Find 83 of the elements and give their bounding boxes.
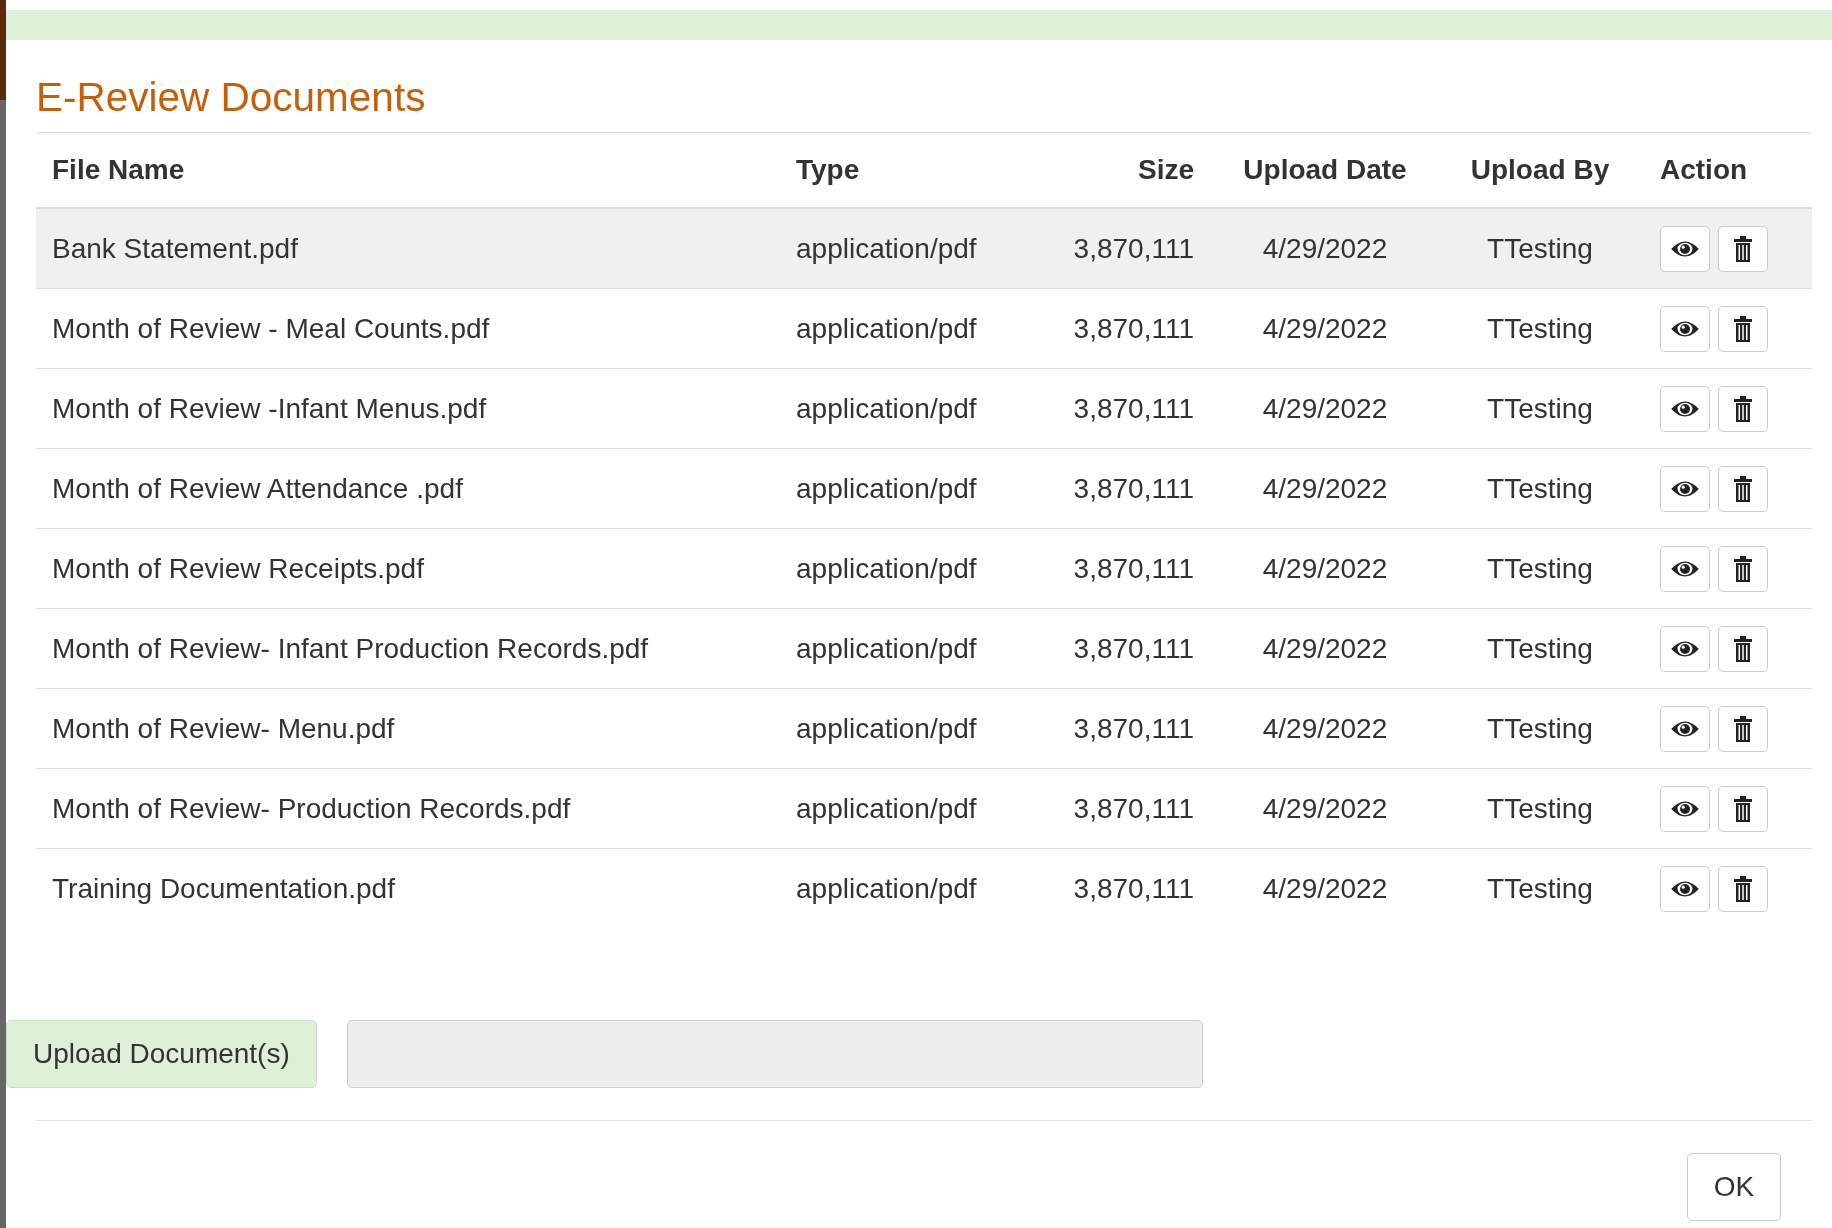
view-button[interactable]: [1660, 225, 1710, 272]
table-cell-text: 3,870,111: [1072, 312, 1195, 345]
trash-icon: [1733, 795, 1753, 822]
table-cell-text: 4/29/2022: [1261, 312, 1389, 345]
trash-icon: [1733, 475, 1753, 502]
table-cell-text: 3,870,111: [1072, 232, 1195, 265]
table-cell-text: 4/29/2022: [1261, 232, 1389, 265]
table-cell-text: 4/29/2022: [1261, 792, 1389, 825]
table-cell-text: application/pdf: [795, 712, 978, 745]
table-cell-text: TTesting: [1486, 392, 1594, 425]
table-cell-text: 4/29/2022: [1261, 712, 1389, 745]
view-button[interactable]: [1660, 385, 1710, 432]
table-cell-text: Month of Review- Production Records.pdf: [51, 792, 572, 825]
table-cell-text: TTesting: [1486, 872, 1594, 905]
table-row[interactable]: Bank Statement.pdf application/pdf 3,870,111 4/29/2022 TTesting: [36, 209, 1812, 288]
table-cell-text: 3,870,111: [1072, 792, 1195, 825]
table-cell-text: Training Documentation.pdf: [51, 872, 396, 905]
view-button[interactable]: [1660, 865, 1710, 912]
table-cell-text: TTesting: [1486, 552, 1594, 585]
file-input-field[interactable]: [346, 1020, 1203, 1088]
column-header: Type: [795, 154, 861, 186]
upload-button[interactable]: Upload Document(s): [6, 1020, 317, 1088]
table-cell-text: TTesting: [1486, 792, 1594, 825]
table-cell-text: 3,870,111: [1072, 712, 1195, 745]
table-cell-text: 4/29/2022: [1261, 632, 1389, 665]
delete-button[interactable]: [1718, 545, 1768, 592]
view-button[interactable]: [1660, 705, 1710, 752]
table-cell-text: 4/29/2022: [1261, 392, 1389, 425]
table-cell-text: TTesting: [1486, 232, 1594, 265]
table-cell-text: Month of Review Receipts.pdf: [51, 552, 425, 585]
table-cell-text: TTesting: [1486, 632, 1594, 665]
delete-button[interactable]: [1718, 865, 1768, 912]
table-cell-text: application/pdf: [795, 232, 978, 265]
column-header: Action: [1659, 154, 1749, 186]
table-cell-text: Month of Review- Menu.pdf: [51, 712, 396, 745]
delete-button[interactable]: [1718, 785, 1768, 832]
trash-icon: [1733, 635, 1753, 662]
column-header: File Name: [51, 154, 186, 186]
column-header: Upload Date: [1242, 154, 1408, 186]
table-cell-text: application/pdf: [795, 792, 978, 825]
trash-icon: [1733, 395, 1753, 422]
view-button[interactable]: [1660, 785, 1710, 832]
trash-icon: [1733, 315, 1753, 342]
trash-icon: [1733, 715, 1753, 742]
delete-button[interactable]: [1718, 625, 1768, 672]
table-cell-text: Month of Review -Infant Menus.pdf: [51, 392, 488, 425]
delete-button[interactable]: [1718, 705, 1768, 752]
ok-button[interactable]: OK: [1687, 1153, 1781, 1221]
table-cell-text: application/pdf: [795, 632, 978, 665]
trash-icon: [1733, 235, 1753, 262]
trash-icon: [1733, 555, 1753, 582]
table-cell-text: TTesting: [1486, 472, 1594, 505]
table-cell-text: application/pdf: [795, 472, 978, 505]
table-cell-text: TTesting: [1486, 712, 1594, 745]
table-cell-text: application/pdf: [795, 872, 978, 905]
column-header: Upload By: [1469, 154, 1611, 186]
table-cell-text: application/pdf: [795, 312, 978, 345]
dialog-title: E-Review Documents: [36, 74, 427, 122]
view-button[interactable]: [1660, 545, 1710, 592]
delete-button[interactable]: [1718, 305, 1768, 352]
table-cell-text: 3,870,111: [1072, 632, 1195, 665]
table-cell-text: 3,870,111: [1072, 392, 1195, 425]
table-cell-text: 3,870,111: [1072, 472, 1195, 505]
table-cell-text: Month of Review Attendance .pdf: [51, 472, 464, 505]
table-cell-text: Month of Review- Infant Production Records.pdf: [51, 632, 650, 665]
table-cell-text: application/pdf: [795, 392, 978, 425]
trash-icon: [1733, 875, 1753, 902]
column-header: Size: [1136, 154, 1195, 186]
table-cell-text: 4/29/2022: [1261, 552, 1389, 585]
table-cell-text: 4/29/2022: [1261, 472, 1389, 505]
delete-button[interactable]: [1718, 225, 1768, 272]
table-cell-text: Bank Statement.pdf: [51, 232, 299, 265]
table-cell-text: Month of Review - Meal Counts.pdf: [51, 312, 491, 345]
table-cell-text: TTesting: [1486, 312, 1594, 345]
view-button[interactable]: [1660, 305, 1710, 352]
table-cell-text: application/pdf: [795, 552, 978, 585]
delete-button[interactable]: [1718, 465, 1768, 512]
view-button[interactable]: [1660, 465, 1710, 512]
table-cell-text: 3,870,111: [1072, 552, 1195, 585]
table-cell-text: 3,870,111: [1072, 872, 1195, 905]
delete-button[interactable]: [1718, 385, 1768, 432]
view-button[interactable]: [1660, 625, 1710, 672]
table-cell-text: 4/29/2022: [1261, 872, 1389, 905]
